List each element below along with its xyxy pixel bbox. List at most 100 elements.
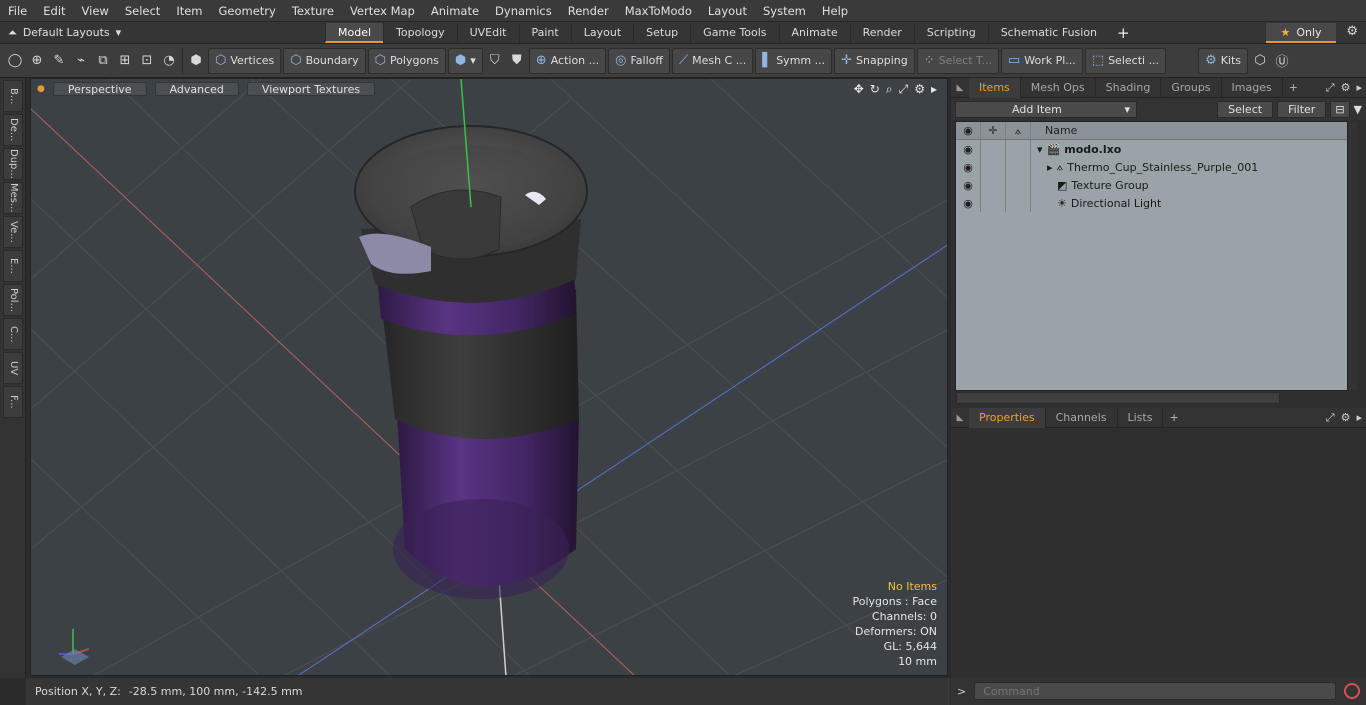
list-item[interactable]: ◉ ☀ Directional Light (956, 194, 1347, 212)
menu-edit[interactable]: Edit (35, 0, 73, 22)
list-item[interactable]: ◉ ◩ Texture Group (956, 176, 1347, 194)
globe-icon[interactable]: ⊕ (26, 49, 48, 73)
name-header[interactable]: Name (1031, 124, 1077, 137)
work-plane-button[interactable]: ▭ Work Pl... (1000, 47, 1083, 74)
selection-sets-button[interactable]: ⬚ Selecti ... (1084, 47, 1167, 74)
panel-corner-icon[interactable]: ◣ (951, 413, 969, 423)
menu-system[interactable]: System (755, 0, 814, 22)
lock-column-icon[interactable]: ✛ (981, 122, 1006, 139)
symmetry-button[interactable]: ▌ Symm ... (755, 47, 833, 74)
tab-items[interactable]: Items (969, 77, 1021, 98)
shield-icon[interactable]: ⛉ (484, 49, 506, 73)
item-mode-icon[interactable]: ⬢ (185, 49, 207, 73)
menu-maxtomodo[interactable]: MaxToModo (617, 0, 700, 22)
material-mode-button[interactable]: ⬢ ▾ (447, 47, 483, 74)
menu-file[interactable]: File (0, 0, 35, 22)
tab-uvedit[interactable]: UVEdit (456, 22, 519, 43)
add-panel-tab-icon[interactable]: + (1163, 411, 1184, 424)
polygons-button[interactable]: ⬡ Polygons (367, 47, 446, 74)
select-through-button[interactable]: ⁘ Select T... (916, 47, 999, 74)
item-list-scrollbar[interactable] (1348, 122, 1357, 390)
snapping-button[interactable]: ✛ Snapping (834, 47, 915, 74)
visibility-eye-icon[interactable]: ◉ (956, 194, 981, 212)
layouts-dropdown[interactable]: ⏶ Default Layouts ▾ (0, 26, 140, 40)
falloff-button[interactable]: ◎ Falloff (608, 47, 670, 74)
record-macro-icon[interactable] (1344, 683, 1361, 699)
tab-topology[interactable]: Topology (383, 22, 457, 43)
visibility-eye-icon[interactable]: ◉ (956, 140, 981, 158)
action-center-button[interactable]: ⊕ Action ... (528, 47, 607, 74)
transform-icon[interactable]: ⧉ (92, 49, 114, 73)
menu-dynamics[interactable]: Dynamics (487, 0, 560, 22)
command-input[interactable] (974, 682, 1337, 700)
unity-icon[interactable]: ⬡ (1249, 49, 1271, 73)
add-tab-plus-icon[interactable]: + (1109, 24, 1138, 42)
left-tab-deform[interactable]: De... (3, 114, 23, 146)
pan-icon[interactable]: ✥ (854, 82, 864, 97)
mesh-constraint-button[interactable]: ⟋ Mesh C ... (671, 47, 754, 74)
left-tab-curve[interactable]: C... (3, 318, 23, 350)
expand-icon[interactable]: ⤢ (1326, 81, 1335, 95)
circle-select-icon[interactable]: ◯ (4, 49, 26, 73)
type-column-icon[interactable]: ⟑ (1006, 122, 1031, 139)
left-tab-duplicate[interactable]: Dup... (3, 148, 23, 180)
filter-button[interactable]: Filter (1277, 100, 1327, 118)
maximize-icon[interactable]: ⤢ (899, 82, 909, 97)
panel-arrow-icon[interactable]: ▸ (1356, 81, 1362, 95)
tab-lists[interactable]: Lists (1118, 407, 1164, 428)
panel-gear-icon[interactable]: ⚙ (1341, 411, 1351, 425)
perspective-button[interactable]: Perspective (52, 82, 147, 96)
tab-render[interactable]: Render (849, 22, 914, 43)
left-tab-uv[interactable]: UV (3, 352, 23, 384)
rotate-icon[interactable]: ↻ (870, 82, 880, 97)
vertices-button[interactable]: ⬡ Vertices (208, 47, 282, 74)
viewport-textures-button[interactable]: Viewport Textures (246, 82, 376, 96)
menu-view[interactable]: View (74, 0, 117, 22)
brush-icon[interactable]: ⌁ (70, 49, 92, 73)
only-toggle[interactable]: ★ Only (1266, 23, 1336, 43)
add-panel-tab-icon[interactable]: + (1283, 81, 1304, 94)
move-icon[interactable]: ⊞ (114, 49, 136, 73)
left-tab-edge[interactable]: E... (3, 250, 23, 282)
menu-layout[interactable]: Layout (700, 0, 755, 22)
menu-item[interactable]: Item (168, 0, 210, 22)
viewport-arrow-icon[interactable]: ▸ (931, 82, 937, 97)
kits-button[interactable]: ⚙ Kits (1198, 47, 1249, 74)
zoom-icon[interactable]: ⌕ (886, 82, 893, 97)
tab-scripting[interactable]: Scripting (913, 22, 988, 43)
menu-render[interactable]: Render (560, 0, 617, 22)
visibility-eye-icon[interactable]: ◉ (956, 122, 981, 139)
tab-game-tools[interactable]: Game Tools (690, 22, 778, 43)
gear-icon[interactable]: ⚙ (1346, 24, 1358, 39)
tab-schematic-fusion[interactable]: Schematic Fusion (987, 22, 1109, 43)
collapse-icon[interactable]: ⊟ (1330, 100, 1350, 118)
menu-animate[interactable]: Animate (423, 0, 487, 22)
left-tab-basic[interactable]: B... (3, 80, 23, 112)
menu-help[interactable]: Help (814, 0, 856, 22)
advanced-button[interactable]: Advanced (154, 82, 239, 96)
panel-gear-icon[interactable]: ⚙ (1341, 81, 1351, 95)
viewport-gear-icon[interactable]: ⚙ (914, 82, 925, 97)
shield-check-icon[interactable]: ⛊ (506, 49, 528, 73)
list-item[interactable]: ◉ ▾ 🎬 modo.lxo (956, 140, 1347, 158)
left-tab-mesh-edit[interactable]: Mes... (3, 182, 23, 214)
3d-viewport[interactable]: ● Perspective Advanced Viewport Textures… (30, 78, 948, 676)
funnel-icon[interactable]: ▼ (1354, 103, 1362, 116)
tab-setup[interactable]: Setup (633, 22, 690, 43)
timer-icon[interactable]: ◔ (158, 49, 180, 73)
tab-animate[interactable]: Animate (778, 22, 850, 43)
visibility-eye-icon[interactable]: ◉ (956, 158, 981, 176)
menu-select[interactable]: Select (117, 0, 168, 22)
left-tab-vertex[interactable]: Ve... (3, 216, 23, 248)
panel-corner-icon[interactable]: ◣ (951, 83, 969, 93)
tab-groups[interactable]: Groups (1161, 77, 1222, 98)
expand-arrow-icon[interactable]: ▾ (1037, 143, 1043, 156)
tab-layout[interactable]: Layout (570, 22, 633, 43)
tab-channels[interactable]: Channels (1046, 407, 1118, 428)
menu-vertex-map[interactable]: Vertex Map (342, 0, 423, 22)
tab-model[interactable]: Model (325, 22, 384, 43)
select-button[interactable]: Select (1217, 100, 1274, 118)
list-item[interactable]: ◉ ▸ ⟑ Thermo_Cup_Stainless_Purple_001 (956, 158, 1347, 176)
menu-geometry[interactable]: Geometry (211, 0, 284, 22)
tab-images[interactable]: Images (1222, 77, 1283, 98)
